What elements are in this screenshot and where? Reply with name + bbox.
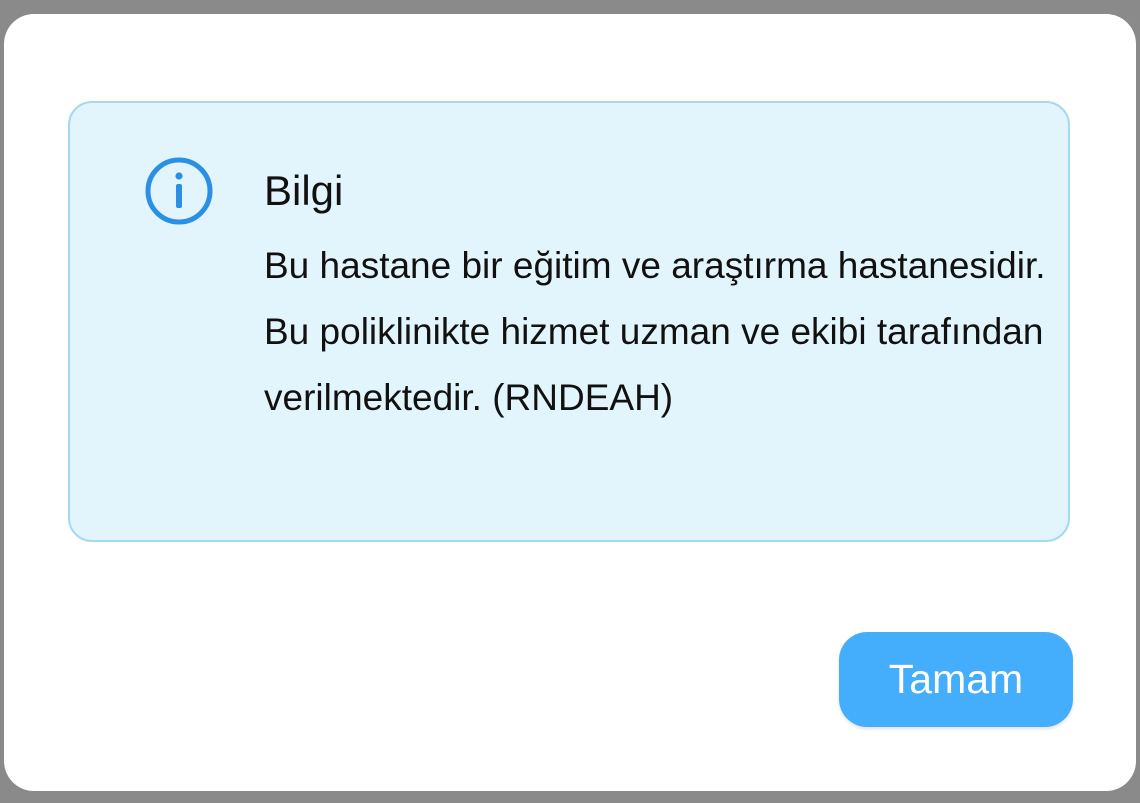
ok-button[interactable]: Tamam xyxy=(839,632,1073,727)
info-alert-box: Bilgi Bu hastane bir eğitim ve araştırma… xyxy=(68,101,1070,542)
alert-dialog: Bilgi Bu hastane bir eğitim ve araştırma… xyxy=(4,14,1136,791)
info-circle-icon xyxy=(145,157,213,225)
info-title: Bilgi xyxy=(264,167,344,214)
info-message: Bu hastane bir eğitim ve araştırma hasta… xyxy=(264,245,1046,418)
